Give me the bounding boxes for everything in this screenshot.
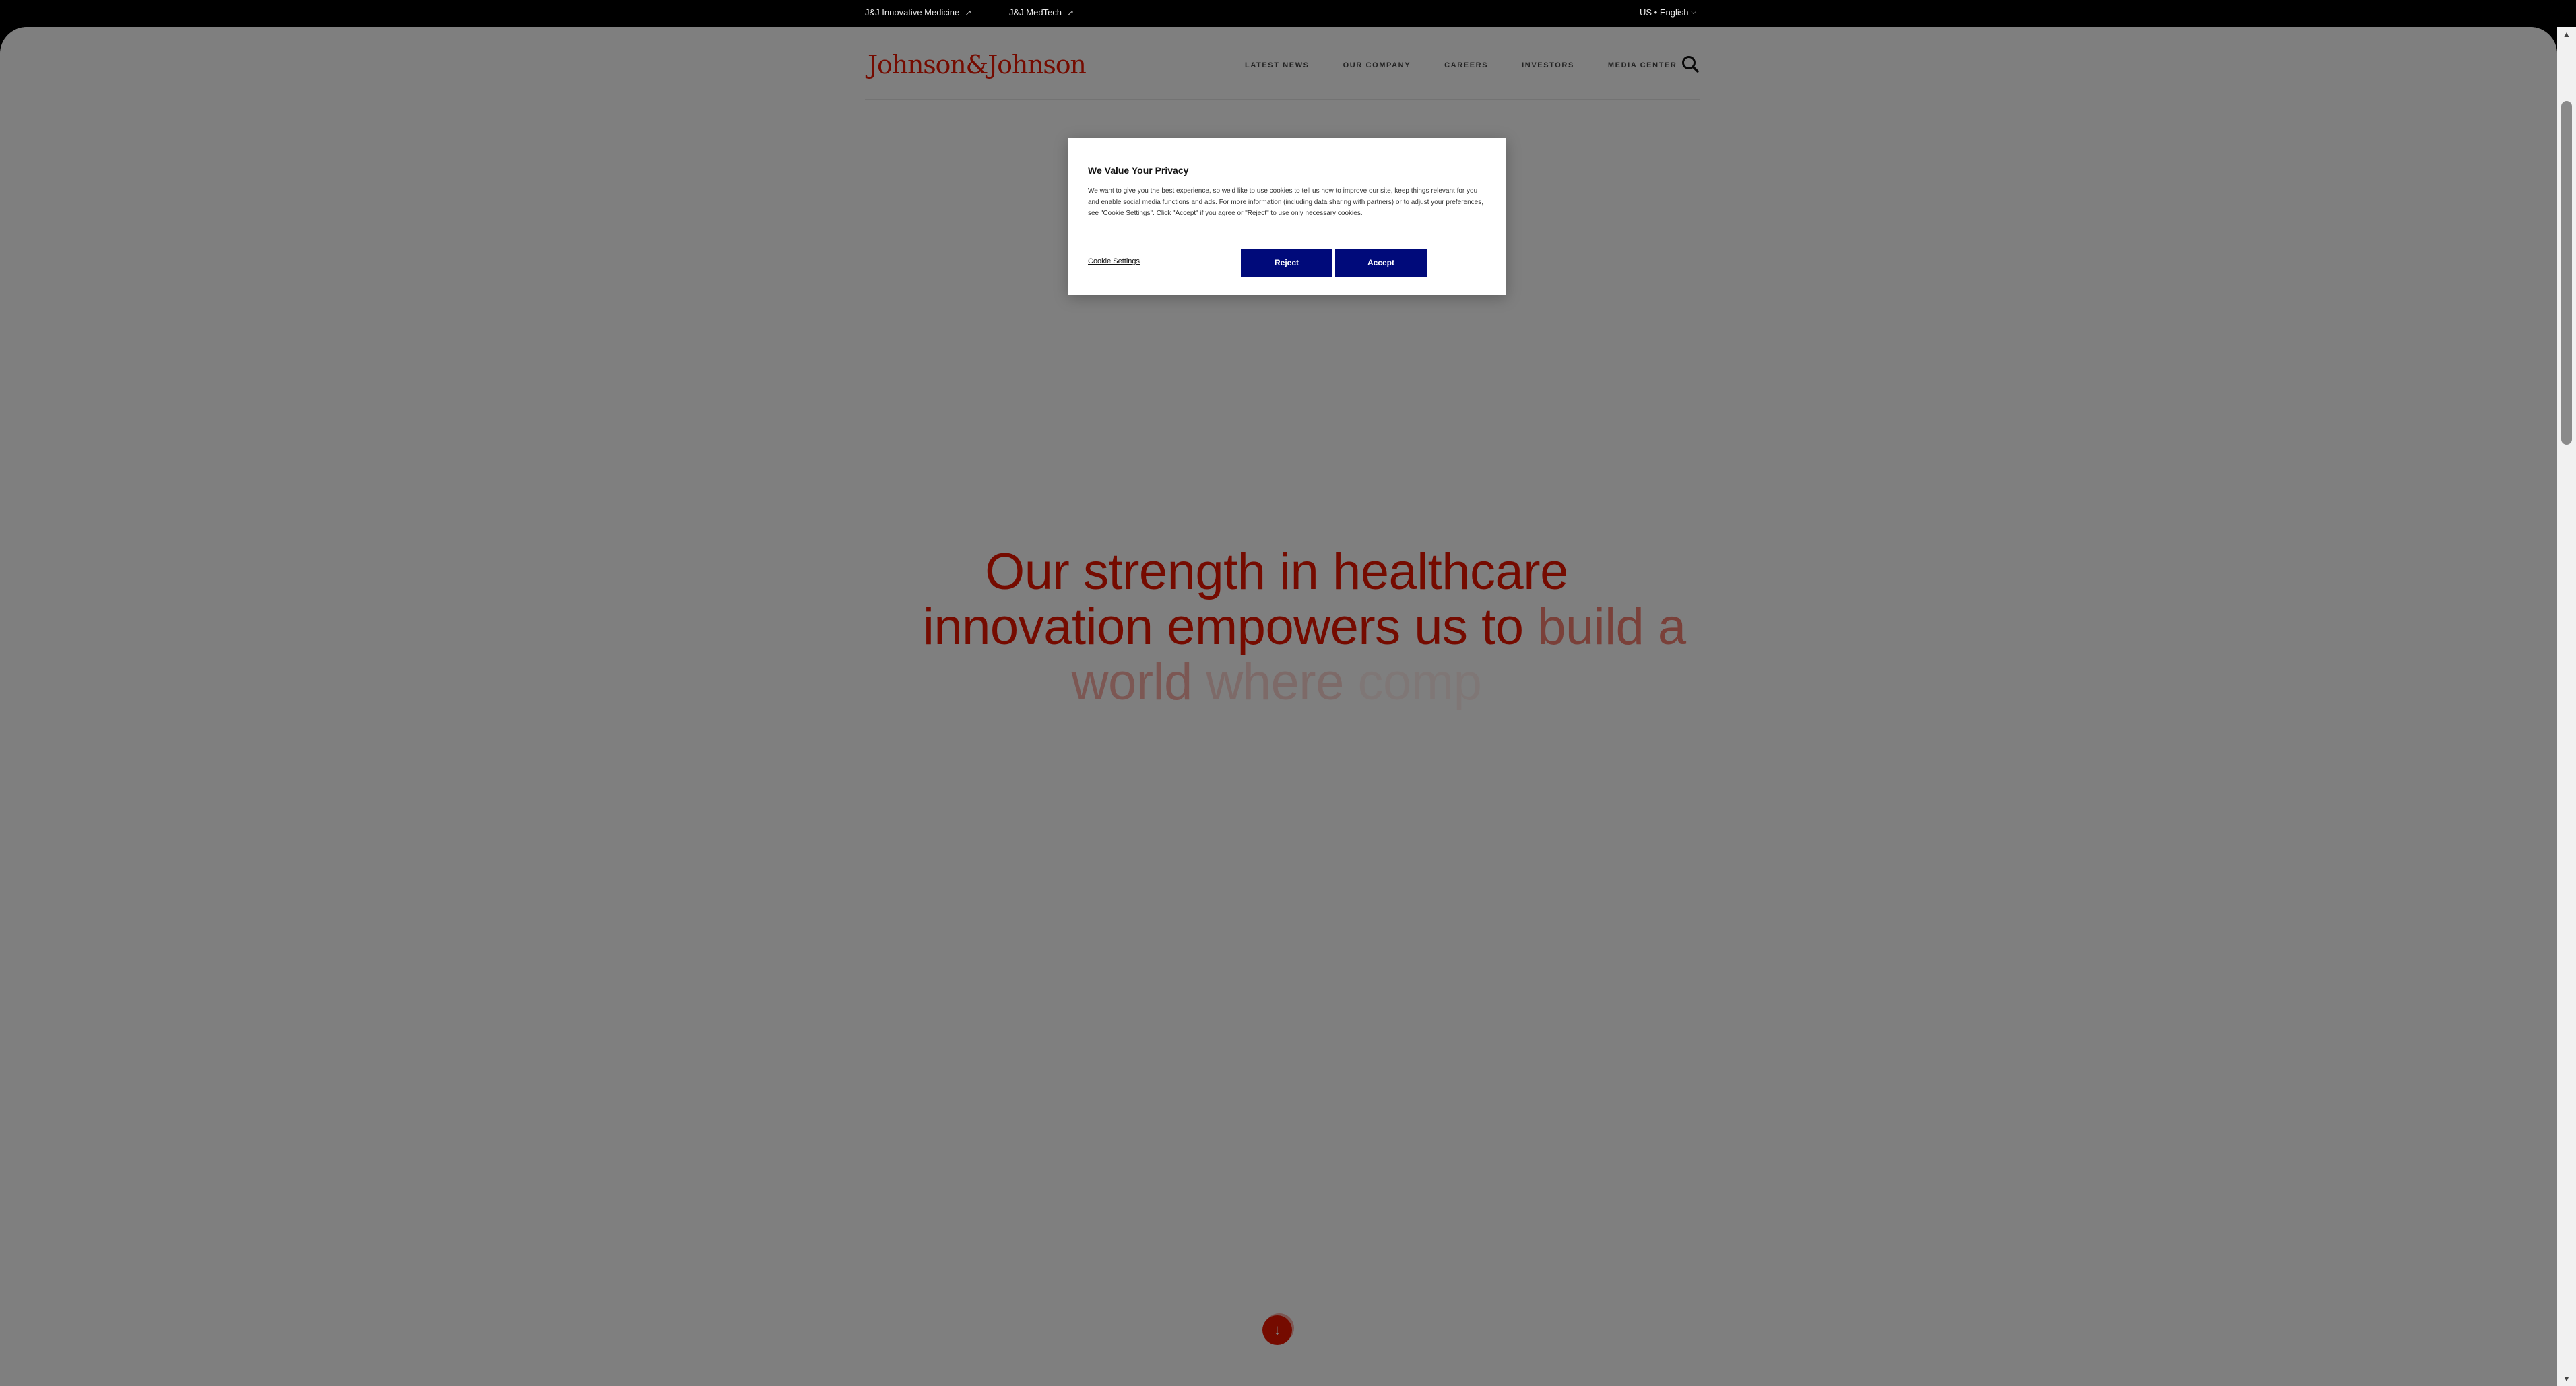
scroll-up-arrow-icon[interactable]: ▲ (2557, 27, 2576, 42)
util-link-label: J&J MedTech (1009, 7, 1062, 18)
cookie-title: We Value Your Privacy (1088, 165, 1189, 176)
scroll-down-arrow-icon[interactable]: ▼ (2557, 1371, 2576, 1386)
scrollbar-thumb[interactable] (2561, 101, 2572, 445)
external-link-icon: ↗ (965, 7, 972, 18)
util-link-label: J&J Innovative Medicine (865, 7, 960, 18)
jnj-medtech-link[interactable]: J&J MedTech ↗ (1009, 7, 1074, 18)
jnj-innovative-medicine-link[interactable]: J&J Innovative Medicine ↗ (865, 7, 971, 18)
cookie-consent-dialog: We Value Your Privacy We want to give yo… (1068, 138, 1506, 295)
reject-button[interactable]: Reject (1241, 249, 1332, 277)
scrollbar[interactable]: ▲ ▼ (2557, 27, 2576, 1386)
accept-button[interactable]: Accept (1335, 249, 1427, 277)
chevron-down-icon: ⌵ (1691, 9, 1696, 15)
cookie-description: We want to give you the best experience,… (1088, 187, 1483, 217)
locale-label: US • English (1640, 7, 1689, 18)
locale-selector[interactable]: US • English ⌵ (1640, 7, 1696, 18)
external-link-icon: ↗ (1067, 7, 1074, 18)
cookie-settings-link[interactable]: Cookie Settings (1088, 257, 1140, 265)
utility-bar: J&J Innovative Medicine ↗ J&J MedTech ↗ … (0, 0, 2576, 27)
